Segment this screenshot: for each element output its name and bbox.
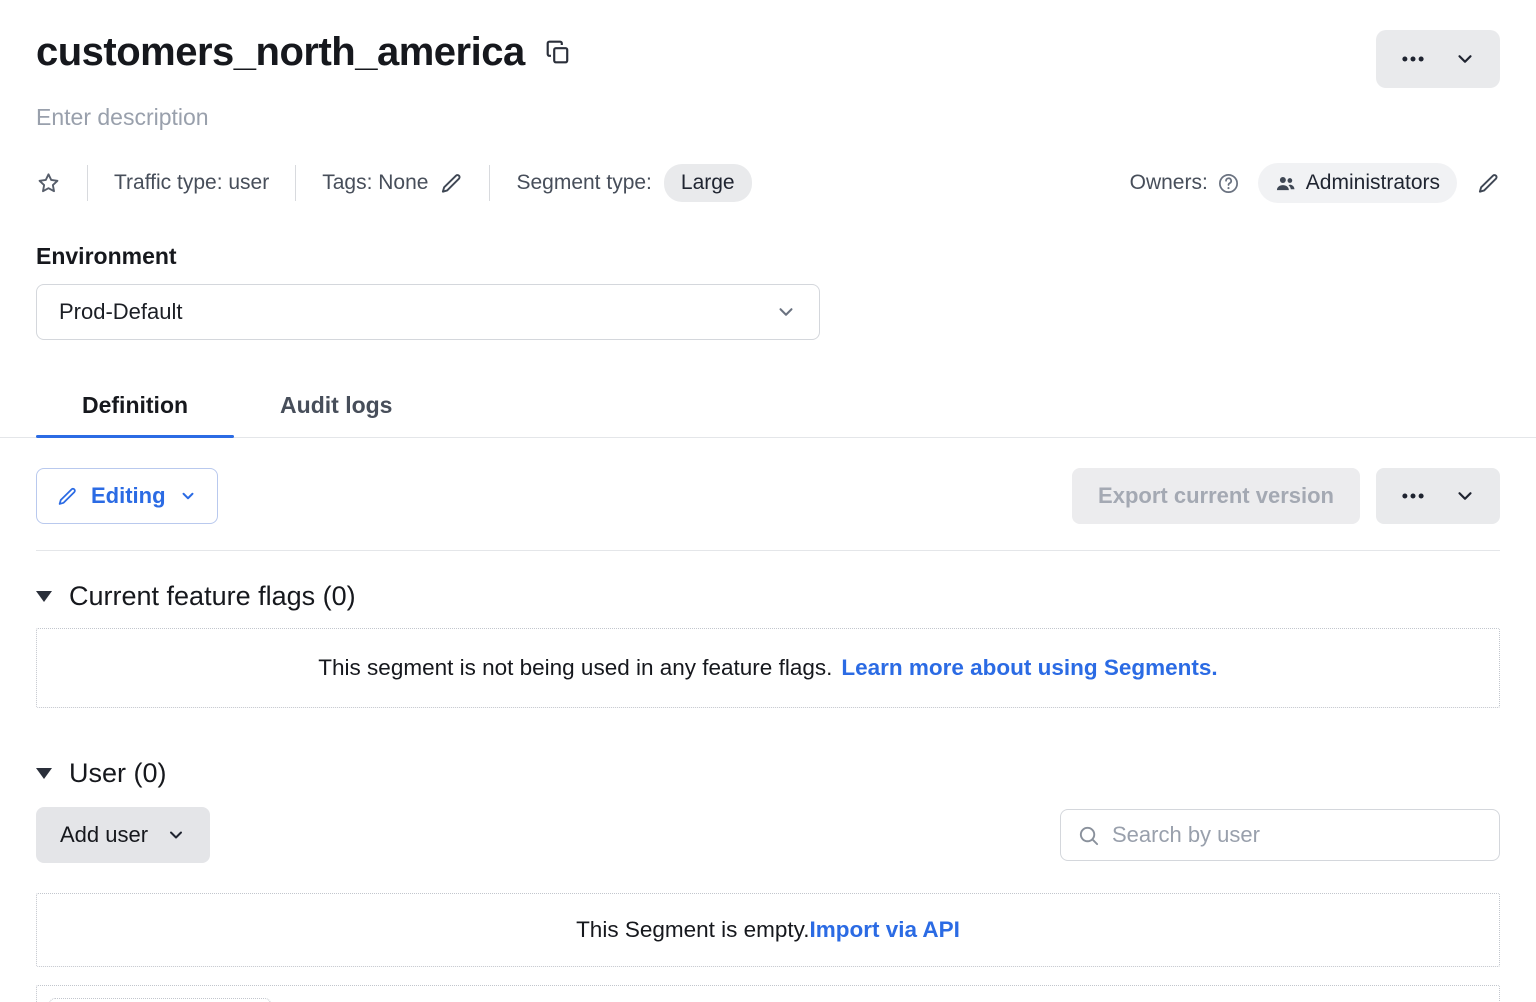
toolbar-right: Export current version: [1072, 468, 1500, 524]
page-header: customers_north_america: [36, 0, 1500, 88]
people-icon: [1275, 173, 1296, 194]
user-empty-state: This Segment is empty. Import via API: [36, 893, 1500, 967]
divider: [36, 550, 1500, 551]
copy-icon[interactable]: [545, 39, 571, 65]
divider: [87, 165, 88, 201]
segment-type-label: Segment type:: [516, 171, 651, 195]
collapse-caret-icon[interactable]: [36, 768, 52, 779]
editing-label: Editing: [91, 483, 166, 509]
pencil-icon: [57, 486, 78, 507]
page-title: customers_north_america: [36, 30, 525, 74]
owners-pill[interactable]: Administrators: [1258, 163, 1457, 203]
title-wrap: customers_north_america: [36, 30, 571, 74]
definition-toolbar: Editing Export current version: [36, 468, 1500, 524]
search-by-user-box: [1060, 809, 1500, 861]
tab-audit-logs[interactable]: Audit logs: [234, 378, 438, 437]
star-icon[interactable]: [36, 171, 61, 196]
chevron-down-icon: [1454, 48, 1476, 70]
user-heading: User (0): [69, 758, 167, 789]
edit-tags-icon[interactable]: [440, 172, 463, 195]
add-user-label: Add user: [60, 822, 148, 848]
chevron-down-icon: [179, 487, 197, 505]
segment-type-badge: Large: [664, 164, 752, 202]
definition-actions-button[interactable]: [1376, 468, 1500, 524]
ellipsis-icon: [1400, 46, 1426, 72]
chevron-down-icon: [775, 301, 797, 323]
editing-dropdown-button[interactable]: Editing: [36, 468, 218, 524]
ellipsis-icon: [1400, 483, 1426, 509]
search-by-user-input[interactable]: [1112, 822, 1483, 848]
owners-group: Owners: Administrators: [1130, 163, 1500, 203]
user-controls-row: Add user: [36, 807, 1500, 863]
description-placeholder[interactable]: Enter description: [36, 104, 209, 131]
user-empty-text: This Segment is empty.: [576, 917, 809, 943]
divider: [295, 165, 296, 201]
partial-inner-box: [49, 998, 271, 1002]
feature-flags-empty-state: This segment is not being used in any fe…: [36, 628, 1500, 708]
import-via-api-link[interactable]: Import via API: [809, 917, 959, 943]
tab-definition[interactable]: Definition: [36, 378, 234, 437]
owners-label: Owners:: [1130, 171, 1208, 195]
edit-owners-icon[interactable]: [1477, 172, 1500, 195]
add-user-button[interactable]: Add user: [36, 807, 210, 863]
environment-select[interactable]: Prod-Default: [36, 284, 820, 340]
environment-label: Environment: [36, 243, 1500, 270]
feature-flags-heading: Current feature flags (0): [69, 581, 356, 612]
owners-value: Administrators: [1306, 171, 1440, 195]
help-icon[interactable]: [1217, 172, 1240, 195]
user-section-heading[interactable]: User (0): [36, 758, 1500, 789]
next-empty-state-partial: [36, 985, 1500, 1002]
export-current-version-button[interactable]: Export current version: [1072, 468, 1360, 524]
feature-flags-empty-text: This segment is not being used in any fe…: [318, 655, 832, 681]
environment-selected-value: Prod-Default: [59, 299, 183, 325]
chevron-down-icon: [1454, 485, 1476, 507]
meta-row: Traffic type: user Tags: None Segment ty…: [36, 163, 1500, 203]
feature-flags-section-heading[interactable]: Current feature flags (0): [36, 581, 1500, 612]
tab-bar: Definition Audit logs: [0, 378, 1536, 438]
collapse-caret-icon[interactable]: [36, 591, 52, 602]
traffic-type-label: Traffic type: user: [114, 171, 269, 195]
divider: [489, 165, 490, 201]
segment-detail-page: customers_north_america Enter descriptio…: [0, 0, 1536, 1002]
chevron-down-icon: [166, 825, 186, 845]
header-actions-button[interactable]: [1376, 30, 1500, 88]
tags-label: Tags: None: [322, 171, 428, 195]
search-icon: [1077, 824, 1100, 847]
learn-more-link[interactable]: Learn more about using Segments.: [841, 655, 1217, 681]
